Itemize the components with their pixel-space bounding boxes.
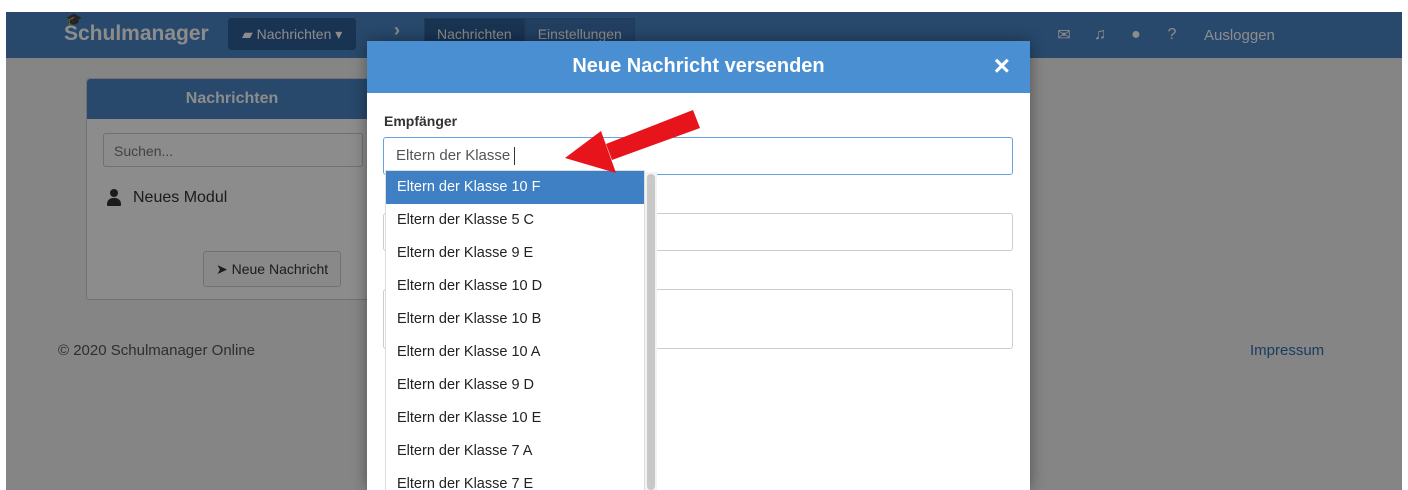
annotation-arrow-icon [565,110,700,173]
